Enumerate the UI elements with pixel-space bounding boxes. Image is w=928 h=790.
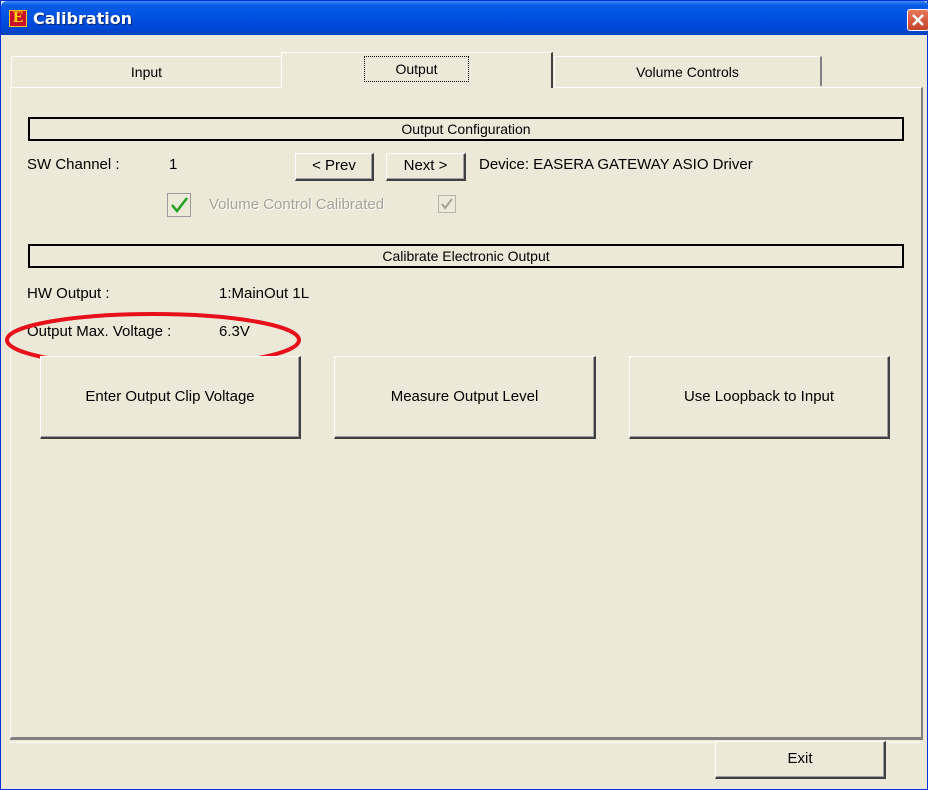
next-button[interactable]: Next > <box>386 153 466 181</box>
tab-volume-controls[interactable]: Volume Controls <box>554 56 822 86</box>
output-configuration-header: Output Configuration <box>28 117 904 141</box>
exit-button[interactable]: Exit <box>715 741 886 779</box>
hw-output-value: 1:MainOut 1L <box>219 285 310 302</box>
prev-button[interactable]: < Prev <box>295 153 374 181</box>
tab-input[interactable]: Input <box>11 56 283 86</box>
sw-channel-label: SW Channel : <box>27 156 120 173</box>
tab-output[interactable]: Output <box>281 52 553 88</box>
checkbox-check-icon <box>441 198 453 210</box>
enter-output-clip-voltage-button[interactable]: Enter Output Clip Voltage <box>40 356 301 439</box>
measure-output-level-button[interactable]: Measure Output Level <box>334 356 596 439</box>
device-name: Device: EASERA GATEWAY ASIO Driver <box>479 156 753 173</box>
title-bar[interactable]: E Calibration <box>1 1 928 35</box>
tab-output-label: Output <box>364 56 469 82</box>
close-button[interactable] <box>907 9 928 31</box>
volume-calibrated-label: Volume Control Calibrated <box>209 196 385 213</box>
window-title: Calibration <box>33 9 133 28</box>
use-loopback-to-input-button[interactable]: Use Loopback to Input <box>629 356 890 439</box>
calibration-window: E Calibration Input Output Volume Contro… <box>0 0 928 790</box>
volume-calibrated-status-icon <box>167 193 191 217</box>
tab-input-label: Input <box>130 64 163 80</box>
checkmark-icon <box>171 197 188 213</box>
volume-calibrated-checkbox[interactable] <box>438 195 456 213</box>
calibrate-output-header: Calibrate Electronic Output <box>28 244 904 268</box>
sw-channel-value: 1 <box>169 156 178 173</box>
app-icon: E <box>9 10 27 27</box>
hw-output-label: HW Output : <box>27 285 110 302</box>
close-icon <box>912 14 924 26</box>
tab-volume-controls-label: Volume Controls <box>636 64 739 80</box>
